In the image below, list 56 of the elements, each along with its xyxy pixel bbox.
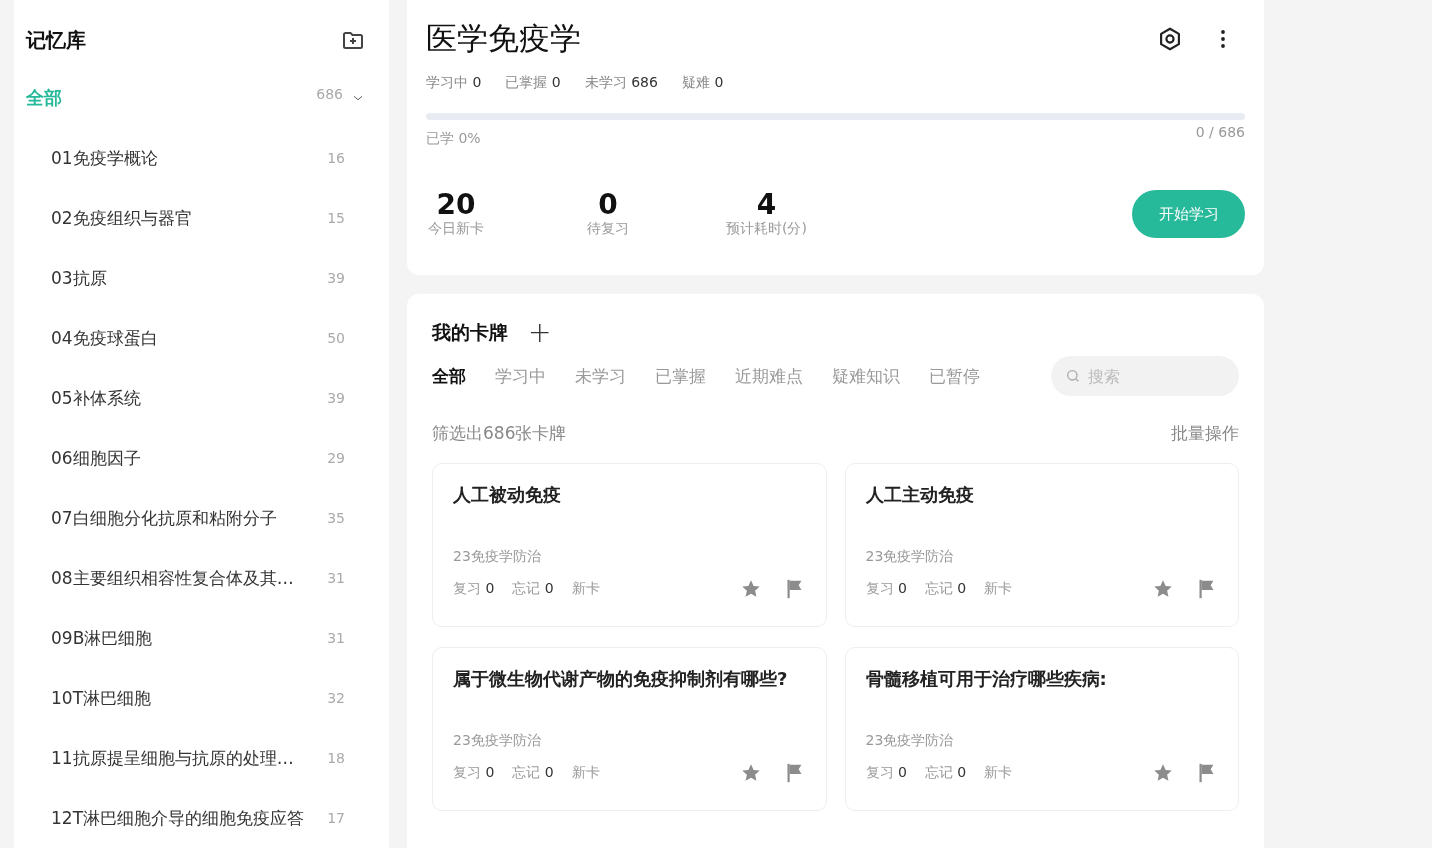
stat-text: 学习中 0 bbox=[426, 74, 482, 92]
filter-tab[interactable]: 全部 bbox=[432, 364, 466, 388]
progress-reading: 0 / 686 bbox=[1195, 124, 1245, 142]
deck-item[interactable]: 11抗原提呈细胞与抗原的处理… 18 bbox=[26, 728, 365, 788]
add-button[interactable]: + bbox=[524, 320, 556, 346]
card-deck-name: 23免疫学防治 bbox=[453, 732, 542, 750]
settings-icon[interactable] bbox=[1157, 26, 1183, 52]
summary-value: 4 bbox=[756, 190, 777, 220]
card-status: 新卡 bbox=[984, 764, 1013, 782]
flashcard[interactable]: 属于微生物代谢产物的免疫抑制剂有哪些? 23免疫学防治 复习 0 忘记 0 新卡 bbox=[432, 647, 827, 811]
card-title: 人工主动免疫 bbox=[865, 483, 975, 507]
deck-item[interactable]: 05补体系统 39 bbox=[26, 368, 365, 428]
deck-item[interactable]: 10T淋巴细胞 32 bbox=[26, 668, 365, 728]
deck-item[interactable]: 09B淋巴细胞 31 bbox=[26, 608, 365, 668]
card-stat: 复习 0 bbox=[453, 580, 495, 598]
deck-item[interactable]: 08主要组织相容性复合体及其… 31 bbox=[26, 548, 365, 608]
card-title: 人工被动免疫 bbox=[453, 483, 562, 507]
sidebar-title: 记忆库 bbox=[26, 26, 86, 54]
card-status: 新卡 bbox=[571, 764, 600, 782]
stat-text: 已掌握 0 bbox=[505, 74, 561, 92]
card-stat: 忘记 0 bbox=[924, 764, 967, 782]
deck-item[interactable]: 06细胞因子 29 bbox=[26, 428, 365, 488]
card-deck-name: 23免疫学防治 bbox=[865, 548, 955, 566]
deck-item[interactable]: 02免疫组织与器官 15 bbox=[26, 188, 365, 248]
card-title: 骨髓移植可用于治疗哪些疾病: bbox=[865, 667, 1108, 691]
summary-value: 20 bbox=[436, 190, 476, 220]
card-stat: 复习 0 bbox=[453, 764, 495, 782]
card-stat: 复习 0 bbox=[865, 580, 907, 598]
summary-value: 0 bbox=[598, 190, 618, 220]
flashcard[interactable]: 骨髓移植可用于治疗哪些疾病: 23免疫学防治 复习 0 忘记 0 新卡 bbox=[844, 647, 1239, 811]
summary-label: 今日新卡 bbox=[428, 220, 484, 238]
card-status: 新卡 bbox=[571, 580, 600, 598]
stat-text: 未学习 686 bbox=[584, 74, 658, 92]
card-title: 属于微生物代谢产物的免疫抑制剂有哪些? bbox=[453, 667, 789, 691]
summary-label: 待复习 bbox=[587, 220, 629, 238]
stat-text: 疑难 0 bbox=[681, 74, 724, 92]
flashcard[interactable]: 人工主动免疫 23免疫学防治 复习 0 忘记 0 新卡 bbox=[844, 463, 1239, 627]
card-deck-name: 23免疫学防治 bbox=[865, 732, 955, 750]
card-stat: 忘记 0 bbox=[512, 764, 554, 782]
deck-item[interactable]: 03抗原 39 bbox=[26, 248, 365, 308]
deck-item[interactable]: 04免疫球蛋白 50 bbox=[26, 308, 365, 368]
card-stat: 复习 0 bbox=[865, 764, 907, 782]
summary-label: 预计耗时(分) bbox=[726, 220, 807, 238]
card-deck-name: 23免疫学防治 bbox=[453, 548, 542, 566]
section-title: 我的卡牌 bbox=[432, 320, 508, 345]
card-stat: 忘记 0 bbox=[924, 580, 967, 598]
deck-item[interactable]: 01免疫学概论 16 bbox=[26, 128, 365, 188]
filter-count-text: 筛选出686张卡牌 bbox=[432, 422, 567, 445]
flashcard[interactable]: 人工被动免疫 23免疫学防治 复习 0 忘记 0 新卡 bbox=[432, 463, 827, 627]
card-status: 新卡 bbox=[984, 580, 1013, 598]
deck-item[interactable]: 07白细胞分化抗原和粘附分子 35 bbox=[26, 488, 365, 548]
deck-title: 医学免疫学 bbox=[426, 19, 581, 58]
bulk-action-link[interactable]: 批量操作 bbox=[1171, 422, 1239, 445]
progress-label: 已学 0% bbox=[426, 130, 481, 148]
card-stat: 忘记 0 bbox=[512, 580, 554, 598]
deck-item[interactable]: 12T淋巴细胞介导的细胞免疫应答 17 bbox=[26, 788, 365, 848]
